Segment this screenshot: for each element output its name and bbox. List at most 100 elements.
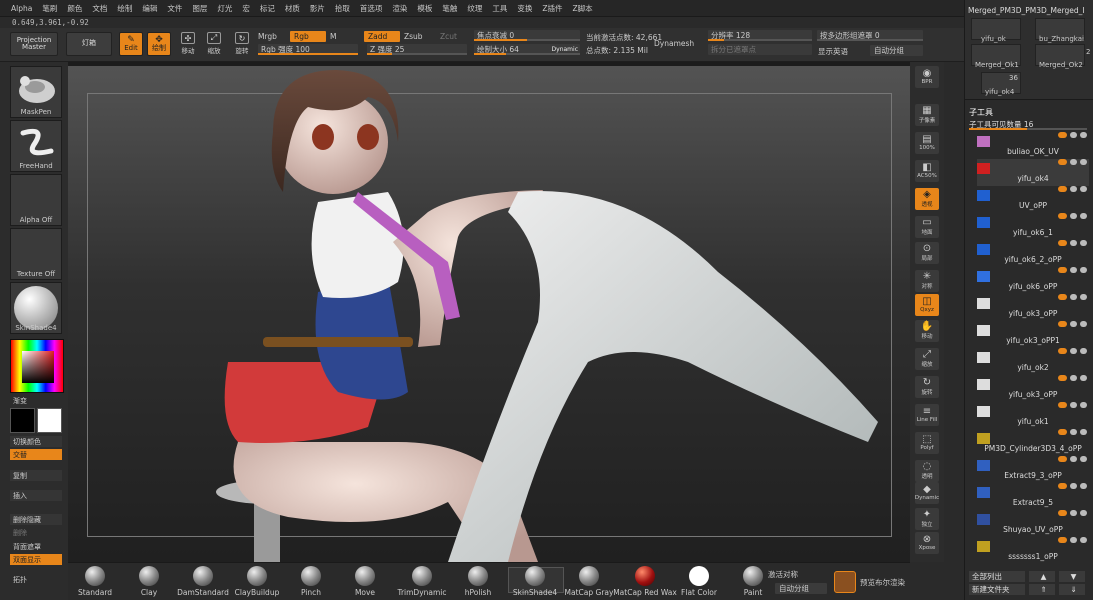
menu-item[interactable]: 首选项 [355,3,388,14]
folder-icon[interactable] [1070,537,1077,543]
subtool-item[interactable]: yifu_ok6_1 [977,213,1089,240]
subtool-item[interactable]: yifu_ok4 [977,159,1089,186]
delete-button[interactable]: 删除 [10,527,62,538]
folder-icon[interactable] [1070,240,1077,246]
brush-slot[interactable]: MatCap Gray [562,566,616,597]
subtool-visibility-icons[interactable] [1058,402,1087,410]
switch-color-button[interactable]: 切换颜色 [10,436,62,447]
eye-icon[interactable] [1080,240,1087,246]
show-english-toggle[interactable]: 显示英语 [818,46,848,57]
split-masked-button[interactable]: 拆分已遮罩点 [708,44,812,55]
scale-button[interactable]: ⤢ 缩放 [201,32,227,55]
paint-toggle-icon[interactable] [1058,213,1067,219]
subtool-visibility-icons[interactable] [1058,348,1087,356]
projection-master-button[interactable]: Projection Master [10,32,58,56]
eye-icon[interactable] [1080,456,1087,462]
paint-toggle-icon[interactable] [1058,375,1067,381]
menu-item[interactable]: Z脚本 [567,3,597,14]
shelf-button[interactable]: ◫ Qxyz [915,294,939,316]
subtool-visibility-icons[interactable] [1058,456,1087,464]
subtool-item[interactable]: Shuyao_UV_oPP [977,510,1089,537]
folder-icon[interactable] [1070,510,1077,516]
menu-item[interactable]: 拾取 [330,3,355,14]
folder-icon[interactable] [1070,159,1077,165]
canvas-viewport[interactable] [68,62,910,562]
brush-slot[interactable]: Clay [122,566,176,597]
arrow-down-button[interactable]: ▼ [1059,571,1085,582]
eye-icon[interactable] [1080,186,1087,192]
shelf-button[interactable]: ↻ 旋转 [915,376,939,398]
shelf-button[interactable]: ✦ 独立 [915,508,939,530]
group-by-polygroup-slider[interactable]: 按多边形组遮罩 0 [817,30,923,41]
subtool-item[interactable]: yifu_ok6_oPP [977,267,1089,294]
shelf-button[interactable]: ◌ 透明 [915,460,939,482]
subtool-visibility-icons[interactable] [1058,321,1087,329]
menu-item[interactable]: 渲染 [387,3,412,14]
m-toggle[interactable]: M [330,32,336,41]
brush-slot[interactable]: Standard [68,566,122,597]
folder-icon[interactable] [1070,402,1077,408]
menu-item[interactable]: 纹理 [462,3,487,14]
lightbox-button[interactable]: 灯箱 [66,32,112,56]
list-all-button[interactable]: 全部列出 [969,571,1025,582]
subtool-item[interactable]: buliao_OK_UV [977,132,1089,159]
menu-item[interactable]: 工具 [487,3,512,14]
eye-icon[interactable] [1080,402,1087,408]
shelf-button[interactable]: ✳ 对称 [915,270,939,292]
subtool-item[interactable]: yifu_ok3_oPP1 [977,321,1089,348]
menu-item[interactable]: 颜色 [62,3,87,14]
menu-item[interactable]: 宏 [237,3,255,14]
subtool-visible-slider[interactable] [969,128,1087,130]
swap-button[interactable]: 交替 [10,449,62,460]
subtool-visibility-icons[interactable] [1058,132,1087,140]
back-mask-toggle[interactable]: 背面遮罩 [10,541,62,552]
rgb-intensity-slider[interactable]: Rgb 强度 100 [258,44,358,55]
gradient-toggle[interactable]: 渐变 [10,395,62,406]
brush-slot[interactable]: MatCap Red Wax [613,566,677,597]
auto-group-bottom-button[interactable]: 自动分组 [775,583,827,594]
eye-icon[interactable] [1080,537,1087,543]
eye-icon[interactable] [1080,132,1087,138]
brush-slot[interactable]: Flat Color [672,566,726,597]
folder-icon[interactable] [1070,267,1077,273]
paint-toggle-icon[interactable] [1058,159,1067,165]
shelf-button[interactable]: ◆ Dynamic [915,482,939,504]
subtool-item[interactable]: Extract9_5 [977,483,1089,510]
subtool-visibility-icons[interactable] [1058,267,1087,275]
eye-icon[interactable] [1080,483,1087,489]
brush-slot[interactable]: Paint [726,566,780,597]
menu-item[interactable]: Alpha [6,4,37,13]
menu-item[interactable]: Z插件 [537,3,567,14]
subtool-visibility-icons[interactable] [1058,159,1087,167]
rotate-button[interactable]: ↻ 旋转 [229,32,255,55]
subtool-item[interactable]: Extract9_3_oPP [977,456,1089,483]
subtool-item[interactable]: UV_oPP [977,186,1089,213]
color-picker[interactable] [10,339,64,393]
paint-toggle-icon[interactable] [1058,267,1067,273]
folder-icon[interactable] [1070,483,1077,489]
eye-icon[interactable] [1080,375,1087,381]
mrgb-toggle[interactable]: Mrgb [258,32,277,41]
folder-icon[interactable] [1070,186,1077,192]
paint-toggle-icon[interactable] [1058,510,1067,516]
eye-icon[interactable] [1080,159,1087,165]
menu-item[interactable]: 材质 [280,3,305,14]
paint-toggle-icon[interactable] [1058,429,1067,435]
secondary-color-swatch[interactable] [37,408,62,433]
brush-slot[interactable]: Move [338,566,392,597]
paint-toggle-icon[interactable] [1058,537,1067,543]
menu-item[interactable]: 笔触 [437,3,462,14]
eye-icon[interactable] [1080,294,1087,300]
paint-toggle-icon[interactable] [1058,240,1067,246]
menu-item[interactable]: 编辑 [137,3,162,14]
paint-toggle-icon[interactable] [1058,402,1067,408]
brush-slot[interactable]: SkinShade4 [508,566,562,597]
paint-toggle-icon[interactable] [1058,294,1067,300]
eye-icon[interactable] [1080,267,1087,273]
menu-item[interactable]: 影片 [305,3,330,14]
edit-button[interactable]: ✎ Edit [119,32,143,56]
subtool-visibility-icons[interactable] [1058,213,1087,221]
eye-icon[interactable] [1080,429,1087,435]
brush-slot[interactable]: ClayBuildup [230,566,284,597]
zcut-toggle[interactable]: Zcut [440,32,457,41]
